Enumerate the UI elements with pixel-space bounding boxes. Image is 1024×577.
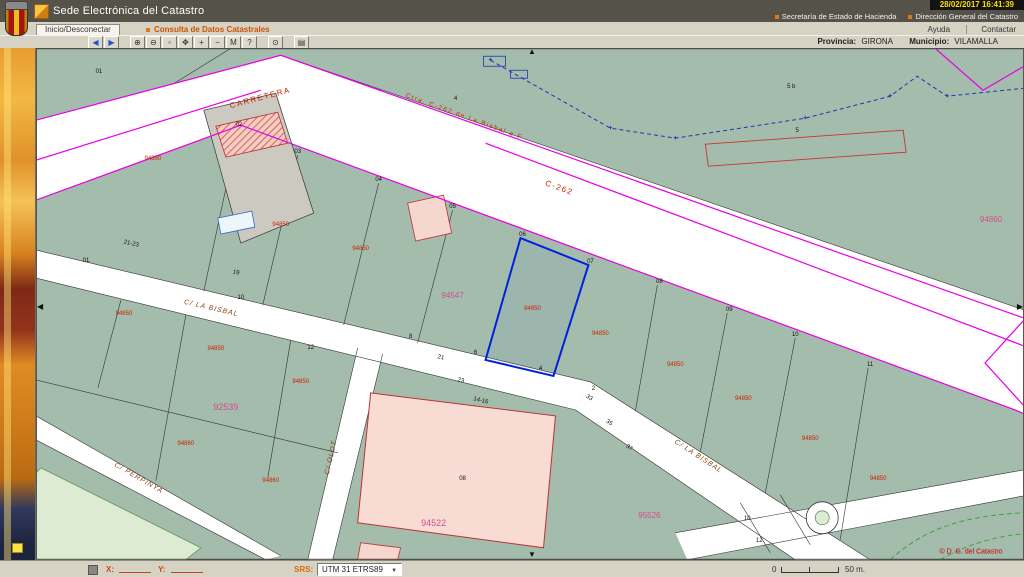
map-label-bnum: 01: [96, 69, 103, 75]
map-label-pnum: 94850: [352, 246, 369, 252]
map-label-bnum: 08: [459, 476, 466, 482]
map-label-pnum: 94850: [735, 396, 752, 402]
tab-inicio-desconectar[interactable]: Inicio/Desconectar: [36, 24, 120, 35]
map-label-pnum: 94850: [272, 222, 289, 228]
map-label-bnum: 01: [83, 258, 90, 264]
map-label-bplus: +: [945, 93, 949, 100]
municipality-value: VILAMALLA: [954, 37, 998, 46]
map-label-pnum: 94850: [592, 331, 609, 337]
map-label-bplus: +: [673, 135, 677, 142]
map-label-ref: 94522: [421, 518, 446, 528]
chevron-down-icon: ▼: [391, 568, 397, 574]
datetime-display: 28/02/2017 16:41:39: [930, 0, 1024, 10]
map-label-ref: 92539: [213, 402, 238, 412]
map-copyright: © D. G. del Catastro: [940, 548, 1003, 556]
map-label-bnum: 09: [726, 307, 733, 313]
map-label-bnum: 07: [587, 259, 594, 265]
page-title: Sede Electrónica del Catastro: [53, 5, 204, 17]
map-label-bplus: +: [888, 93, 892, 100]
orthophoto-detail: [12, 543, 23, 553]
map-label-bplus: +: [803, 115, 807, 122]
map-label-pnum: 94860: [178, 441, 195, 447]
srs-value: UTM 31 ETRS89: [322, 565, 383, 574]
srs-label: SRS:: [294, 565, 313, 574]
map-label-pnum: 94850: [292, 379, 309, 385]
crown-icon: [5, 1, 28, 10]
map-label-ref: 94860: [980, 215, 1003, 224]
gov-link[interactable]: Dirección General del Catastro: [908, 12, 1018, 21]
y-coordinate-value: [171, 564, 203, 573]
pan-up-icon[interactable]: ▲: [528, 48, 536, 56]
nav-right-links: Ayuda Contactar: [900, 25, 1016, 34]
pan-down-icon[interactable]: ▼: [528, 551, 536, 559]
map-label-bnum: 12: [756, 538, 763, 544]
building-small: [408, 195, 452, 241]
map-label-pnum: 94850: [802, 436, 819, 442]
tab-consulta-datos-catastrales[interactable]: Consulta de Datos Catastrales: [146, 25, 270, 34]
map-label-bplus: +: [488, 57, 492, 64]
map-label-pnum: 94850: [870, 476, 887, 482]
status-bar: X: Y: SRS: UTM 31 ETRS89 ▼ 0 50 m.: [0, 560, 1024, 577]
map-label-pnum: 94850: [116, 311, 133, 317]
y-coordinate-label: Y:: [158, 565, 165, 574]
map-label-pnum: 94850: [524, 306, 541, 312]
municipality-label: Municipio:: [909, 37, 949, 46]
map-label-bnum: 06: [519, 232, 526, 238]
province-value: GIRONA: [861, 37, 893, 46]
map-label-bnum: 02: [235, 122, 242, 128]
scale-end: 50 m.: [845, 565, 865, 574]
spain-coat-of-arms-logo: [5, 1, 28, 35]
map-label-bnum: 11: [867, 362, 874, 368]
pan-right-icon[interactable]: ▶: [1017, 303, 1023, 311]
map-label-bnum: 03: [294, 149, 301, 155]
map-label-pnum: 94850: [207, 346, 224, 352]
map-label-pnum: 94860: [262, 478, 279, 484]
ayuda-link[interactable]: Ayuda: [914, 25, 951, 34]
map-label-bnum: 10: [237, 295, 244, 301]
bullet-icon: [775, 15, 779, 19]
shield-icon: [5, 10, 28, 36]
roundabout-center: [815, 511, 829, 525]
coordinates-icon: [88, 565, 98, 575]
map-label-bnum: 05: [449, 204, 456, 210]
map-viewport[interactable]: ▲ ▼ ◀ ▶: [36, 48, 1024, 560]
location-indicator: Provincia: GIRONA Municipio: VILAMALLA: [817, 37, 1012, 46]
cadastral-map[interactable]: CARRETERACtra. C-262 de La Bisbal a FC-2…: [36, 48, 1024, 560]
x-coordinate-value: [119, 564, 151, 573]
map-label-bnum: 08: [656, 279, 663, 285]
scale-start: 0: [772, 565, 776, 574]
catastro-logo-icon: [34, 4, 49, 19]
map-label-bnum: 10: [744, 516, 751, 522]
bullet-icon: [908, 15, 912, 19]
map-label-bnum: 5 b: [787, 84, 796, 90]
map-label-pnum: 94850: [145, 156, 162, 162]
map-label-bnum: 10: [792, 332, 799, 338]
contactar-link[interactable]: Contactar: [966, 25, 1016, 34]
orthophoto-strip: [0, 48, 36, 560]
map-label-pnum: 94850: [667, 362, 684, 368]
srs-select[interactable]: UTM 31 ETRS89 ▼: [317, 563, 402, 576]
map-label-bplus: +: [608, 125, 612, 132]
province-label: Provincia:: [817, 37, 856, 46]
map-label-bnum: 04: [375, 177, 382, 183]
map-label-ref: 95526: [638, 511, 661, 520]
map-label-ref: 94547: [441, 291, 464, 300]
pan-left-icon[interactable]: ◀: [37, 303, 43, 311]
x-coordinate-label: X:: [106, 565, 114, 574]
gov-link[interactable]: Secretaría de Estado de Hacienda: [775, 12, 897, 21]
scale-bar: [781, 565, 839, 573]
government-links: Secretaría de Estado de Hacienda Direcció…: [763, 12, 1018, 21]
map-label-bnum: 12: [307, 345, 314, 351]
building-large-94522[interactable]: [358, 393, 556, 548]
